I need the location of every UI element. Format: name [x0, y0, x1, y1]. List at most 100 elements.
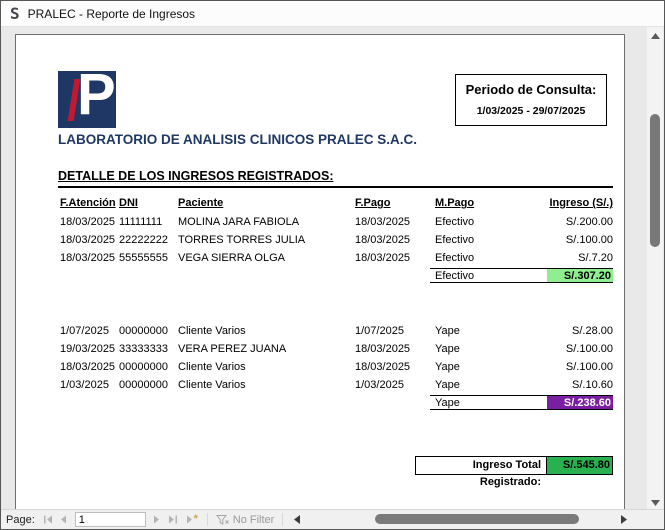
table-row: 18/03/202522222222TORRES TORRES JULIA18/…	[60, 231, 613, 249]
cell: S/.100.00	[547, 231, 613, 249]
col-header-dni: DNI	[119, 197, 178, 209]
vertical-scrollbar-thumb[interactable]	[650, 114, 660, 247]
cell: 1/07/2025	[355, 322, 435, 340]
cell: 18/03/2025	[60, 231, 119, 249]
cell: 33333333	[119, 340, 178, 358]
table-header-row: F.Atención DNI Paciente F.Pago M.Pago In…	[60, 197, 613, 209]
cell: 00000000	[119, 358, 178, 376]
section-title-text: DETALLE DE LOS INGRESOS REGISTRADOS:	[58, 169, 333, 183]
arrow-down-icon	[651, 500, 660, 506]
cell: Yape	[435, 358, 547, 376]
company-logo: P	[58, 71, 116, 128]
cell: Efectivo	[435, 231, 547, 249]
last-page-icon	[168, 515, 178, 524]
cell: Efectivo	[435, 249, 547, 267]
cell: Yape	[435, 322, 547, 340]
period-label: Periodo de Consulta:	[456, 82, 606, 97]
separator	[207, 513, 208, 526]
cell: S/.28.00	[547, 322, 613, 340]
first-page-button[interactable]	[41, 512, 55, 527]
next-page-icon	[153, 515, 160, 524]
prev-page-button[interactable]	[57, 512, 71, 527]
new-record-star-icon: *	[194, 514, 198, 525]
cell: S/.7.20	[547, 249, 613, 267]
window-title: PRALEC - Reporte de Ingresos	[28, 7, 195, 21]
cell: 22222222	[119, 231, 178, 249]
page-label: Page:	[6, 514, 35, 526]
subtotal-value: S/.238.60	[547, 396, 613, 409]
col-header-f-pago: F.Pago	[355, 197, 435, 209]
company-name: LABORATORIO DE ANALISIS CLINICOS PRALEC …	[58, 132, 417, 147]
cell: Cliente Varios	[178, 358, 355, 376]
total-row: Ingreso Total Registrado: S/.545.80	[415, 456, 613, 475]
horizontal-scrollbar-thumb[interactable]	[375, 514, 579, 524]
cell: 00000000	[119, 322, 178, 340]
cell: 19/03/2025	[60, 340, 119, 358]
subtotal-value: S/.307.20	[547, 269, 613, 282]
cell: 00000000	[119, 376, 178, 394]
last-page-button[interactable]	[166, 512, 180, 527]
cell: TORRES TORRES JULIA	[178, 231, 355, 249]
next-page-button[interactable]	[150, 512, 164, 527]
cell: Yape	[435, 340, 547, 358]
scrollbar-corner	[648, 510, 664, 529]
total-label: Ingreso Total Registrado:	[416, 457, 546, 474]
cell: MOLINA JARA FABIOLA	[178, 213, 355, 231]
period-box: Periodo de Consulta: 1/03/2025 - 29/07/2…	[455, 74, 607, 126]
cell: S/.100.00	[547, 340, 613, 358]
horizontal-scrollbar[interactable]	[287, 510, 648, 529]
cell: 18/03/2025	[355, 231, 435, 249]
cell: Yape	[435, 376, 547, 394]
table-body: 18/03/202511111111MOLINA JARA FABIOLA18/…	[60, 213, 613, 410]
title-bar: S PRALEC - Reporte de Ingresos	[1, 1, 664, 27]
cell: Efectivo	[435, 213, 547, 231]
scroll-down-button[interactable]	[647, 495, 663, 510]
section-title: DETALLE DE LOS INGRESOS REGISTRADOS:	[58, 169, 613, 188]
table-row: 1/07/202500000000Cliente Varios1/07/2025…	[60, 322, 613, 340]
first-page-icon	[43, 515, 53, 524]
table-row: 18/03/202555555555VEGA SIERRA OLGA18/03/…	[60, 249, 613, 267]
period-range: 1/03/2025 - 29/07/2025	[456, 105, 606, 117]
subtotal-label: Efectivo	[430, 269, 547, 282]
record-navigation-bar: Page: * No Filter	[1, 509, 664, 529]
subtotal-row: YapeS/.238.60	[430, 395, 613, 410]
cell: 55555555	[119, 249, 178, 267]
cell: S/.200.00	[547, 213, 613, 231]
cell: 18/03/2025	[355, 358, 435, 376]
cell: 18/03/2025	[60, 213, 119, 231]
report-window: S PRALEC - Reporte de Ingresos P LABORAT…	[0, 0, 665, 530]
page-number-input[interactable]	[75, 512, 146, 527]
cell: VERA PEREZ JUANA	[178, 340, 355, 358]
no-filter-label: No Filter	[233, 514, 275, 526]
col-header-paciente: Paciente	[178, 197, 355, 209]
cell: 18/03/2025	[355, 249, 435, 267]
report-page: P LABORATORIO DE ANALISIS CLINICOS PRALE…	[15, 34, 625, 511]
logo-letter: P	[77, 71, 116, 126]
report-viewport: P LABORATORIO DE ANALISIS CLINICOS PRALE…	[1, 27, 664, 511]
cell: 18/03/2025	[355, 213, 435, 231]
cell: S/.100.00	[547, 358, 613, 376]
filter-funnel-icon	[216, 514, 229, 526]
separator	[282, 513, 283, 526]
scroll-up-button[interactable]	[647, 28, 663, 43]
scroll-right-button[interactable]	[616, 510, 631, 528]
new-record-icon	[186, 515, 193, 524]
page-navigation: Page: * No Filter	[1, 510, 287, 529]
cell: 1/03/2025	[60, 376, 119, 394]
table-row: 18/03/202500000000Cliente Varios18/03/20…	[60, 358, 613, 376]
col-header-f-atencion: F.Atención	[60, 197, 119, 209]
arrow-up-icon	[651, 33, 660, 39]
col-header-m-pago: M.Pago	[435, 197, 547, 209]
app-icon: S	[10, 6, 20, 22]
no-filter-button[interactable]: No Filter	[212, 514, 279, 526]
subtotal-row: EfectivoS/.307.20	[430, 268, 613, 283]
subtotal-label: Yape	[430, 396, 547, 409]
scroll-left-button[interactable]	[289, 510, 304, 528]
table-group: 18/03/202511111111MOLINA JARA FABIOLA18/…	[60, 213, 613, 283]
cell: Cliente Varios	[178, 376, 355, 394]
total-value: S/.545.80	[546, 457, 612, 474]
vertical-scrollbar[interactable]	[647, 27, 663, 511]
new-record-button[interactable]: *	[182, 512, 202, 527]
cell: 1/07/2025	[60, 322, 119, 340]
cell: 18/03/2025	[60, 249, 119, 267]
